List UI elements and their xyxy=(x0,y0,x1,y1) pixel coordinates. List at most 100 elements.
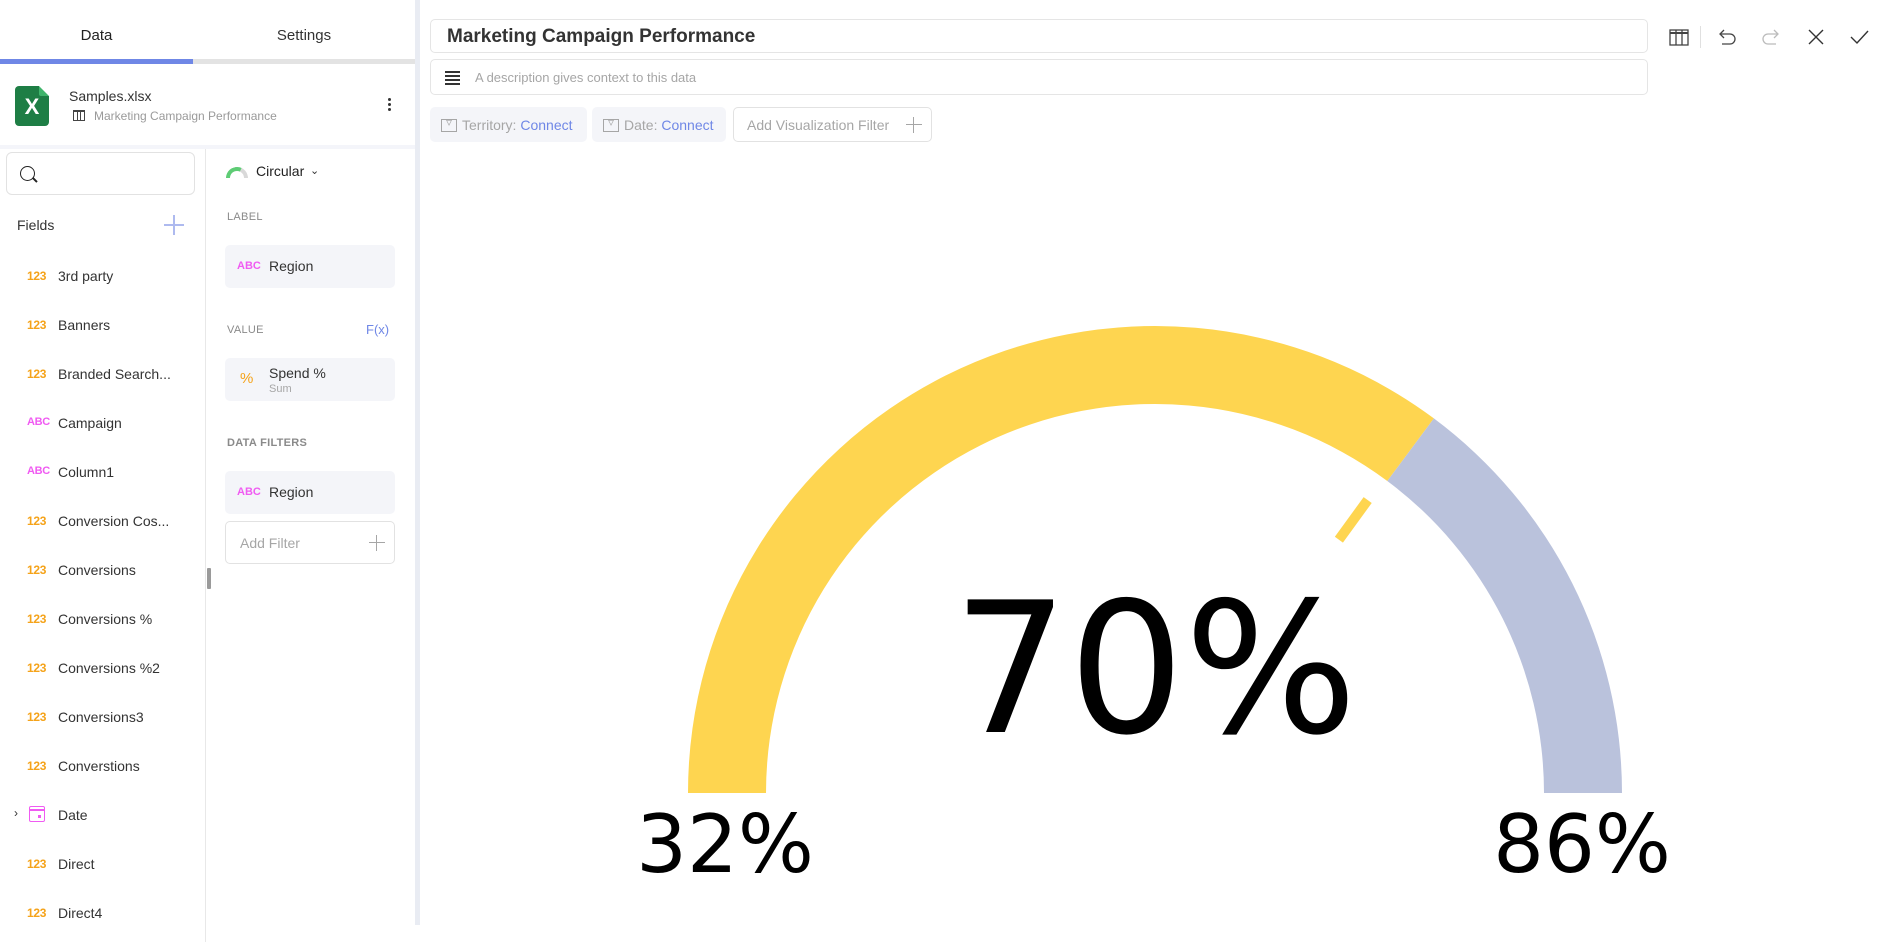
visualization-title-input[interactable]: Marketing Campaign Performance xyxy=(430,19,1648,53)
visualization-type-label: Circular xyxy=(256,163,305,179)
left-panel: Data Settings X Samples.xlsx Marketing C… xyxy=(0,0,415,942)
search-icon xyxy=(20,166,35,181)
field-item[interactable]: 123 Converstions xyxy=(0,747,200,787)
column-divider xyxy=(205,149,206,942)
numeric-type-icon: 123 xyxy=(27,759,47,773)
field-item[interactable]: 123 Conversions %2 xyxy=(0,649,200,689)
value-field-aggregation: Sum xyxy=(269,383,292,395)
field-item[interactable]: 123 3rd party xyxy=(0,257,200,297)
add-filter-label: Add Filter xyxy=(240,535,300,551)
toolbar-separator xyxy=(1700,26,1701,48)
numeric-type-icon: 123 xyxy=(27,612,47,626)
tab-data[interactable]: Data xyxy=(0,0,193,60)
description-input[interactable]: A description gives context to this data xyxy=(430,59,1648,95)
field-item[interactable]: 123 Banners xyxy=(0,306,200,346)
table-view-button[interactable] xyxy=(1668,26,1690,48)
field-name: Date xyxy=(58,807,88,823)
chevron-down-icon: ⌄ xyxy=(310,165,320,177)
filter-connect-link[interactable]: Connect xyxy=(520,117,572,133)
table-view-icon xyxy=(1669,29,1689,46)
numeric-type-icon: 123 xyxy=(27,367,47,381)
add-visualization-filter-button[interactable]: Add Visualization Filter xyxy=(733,107,932,142)
plus-icon xyxy=(906,117,922,133)
label-section-title: LABEL xyxy=(227,211,263,223)
field-item[interactable]: 123 Branded Search... xyxy=(0,355,200,395)
circular-gauge-icon xyxy=(226,167,248,178)
numeric-type-icon: 123 xyxy=(27,269,47,283)
undo-button[interactable] xyxy=(1716,26,1738,48)
numeric-type-icon: 123 xyxy=(27,514,47,528)
numeric-type-icon: 123 xyxy=(27,710,47,724)
field-name: Column1 xyxy=(58,464,115,480)
add-field-button[interactable] xyxy=(164,215,184,235)
field-search-input[interactable] xyxy=(6,152,195,195)
label-field-pill[interactable]: ABC Region xyxy=(225,245,395,288)
tab-settings[interactable]: Settings xyxy=(193,0,415,60)
source-file-name: Samples.xlsx xyxy=(69,88,152,104)
value-section-title: VALUE xyxy=(227,324,264,336)
calendar-icon xyxy=(29,806,45,822)
data-filter-pill[interactable]: ABC Region xyxy=(225,471,395,514)
filter-connect-link[interactable]: Connect xyxy=(661,117,713,133)
formula-button[interactable]: F(x) xyxy=(366,322,389,337)
source-sheet-name: Marketing Campaign Performance xyxy=(94,109,277,123)
text-type-icon: ABC xyxy=(237,260,261,272)
fields-title: Fields xyxy=(17,217,55,233)
close-button[interactable] xyxy=(1805,26,1827,48)
field-item[interactable]: 123 Direct4 xyxy=(0,894,200,934)
field-item[interactable]: ABC Column1 xyxy=(0,453,200,493)
confirm-button[interactable] xyxy=(1848,26,1870,48)
data-filters-section-title: DATA FILTERS xyxy=(227,437,308,449)
field-item[interactable]: 123 Conversion Cos... xyxy=(0,502,200,542)
filter-name: Territory: xyxy=(462,117,517,133)
field-name: Conversions %2 xyxy=(58,660,160,676)
field-name: Campaign xyxy=(58,415,122,431)
territory-filter[interactable]: Territory: Connect xyxy=(430,107,587,142)
text-lines-icon xyxy=(445,71,460,85)
field-item[interactable]: 123 Direct xyxy=(0,845,200,885)
numeric-type-icon: 123 xyxy=(27,563,47,577)
field-name: 3rd party xyxy=(58,268,114,284)
field-item[interactable]: 123 Conversions3 xyxy=(0,698,200,738)
field-name: Direct4 xyxy=(58,905,103,921)
excel-icon: X xyxy=(15,86,49,126)
date-filter[interactable]: Date: Connect xyxy=(592,107,726,142)
close-icon xyxy=(1808,29,1824,45)
field-name: Conversions3 xyxy=(58,709,144,725)
chevron-right-icon[interactable]: › xyxy=(14,806,18,820)
data-source: X Samples.xlsx Marketing Campaign Perfor… xyxy=(0,64,415,145)
field-item[interactable]: 123 Conversions xyxy=(0,551,200,591)
kebab-icon xyxy=(387,98,391,101)
field-name: Conversion Cos... xyxy=(58,513,170,529)
text-type-icon: ABC xyxy=(27,465,50,477)
source-menu-button[interactable] xyxy=(383,96,395,116)
divider xyxy=(0,145,415,149)
gauge-min-label: 32% xyxy=(636,798,814,891)
gauge-remaining-arc[interactable] xyxy=(1387,418,1622,793)
description-placeholder: A description gives context to this data xyxy=(475,70,697,85)
label-field-name: Region xyxy=(269,258,314,274)
undo-icon xyxy=(1719,29,1736,45)
check-icon xyxy=(1850,30,1869,45)
numeric-type-icon: 123 xyxy=(27,857,47,871)
filter-chart-icon xyxy=(603,115,619,132)
table-icon xyxy=(73,110,85,121)
fields-scrollbar[interactable] xyxy=(207,568,211,589)
field-name: Banners xyxy=(58,317,111,333)
field-item[interactable]: › Date xyxy=(0,796,200,836)
redo-button[interactable] xyxy=(1760,26,1782,48)
field-item[interactable]: 123 Conversions % xyxy=(0,600,200,640)
field-name: Converstions xyxy=(58,758,140,774)
text-type-icon: ABC xyxy=(27,416,50,428)
numeric-type-icon: 123 xyxy=(27,906,47,920)
panel-splitter[interactable] xyxy=(415,0,420,925)
numeric-type-icon: 123 xyxy=(27,661,47,675)
value-field-pill[interactable]: % Spend % Sum xyxy=(225,358,395,401)
visualization-title: Marketing Campaign Performance xyxy=(447,26,756,47)
field-item[interactable]: ABC Campaign xyxy=(0,404,200,444)
add-filter-button[interactable]: Add Filter xyxy=(225,521,395,564)
gauge-value-label: 70% xyxy=(953,563,1358,775)
text-type-icon: ABC xyxy=(237,486,261,498)
plus-icon xyxy=(369,535,385,551)
gauge-max-label: 86% xyxy=(1493,798,1671,891)
